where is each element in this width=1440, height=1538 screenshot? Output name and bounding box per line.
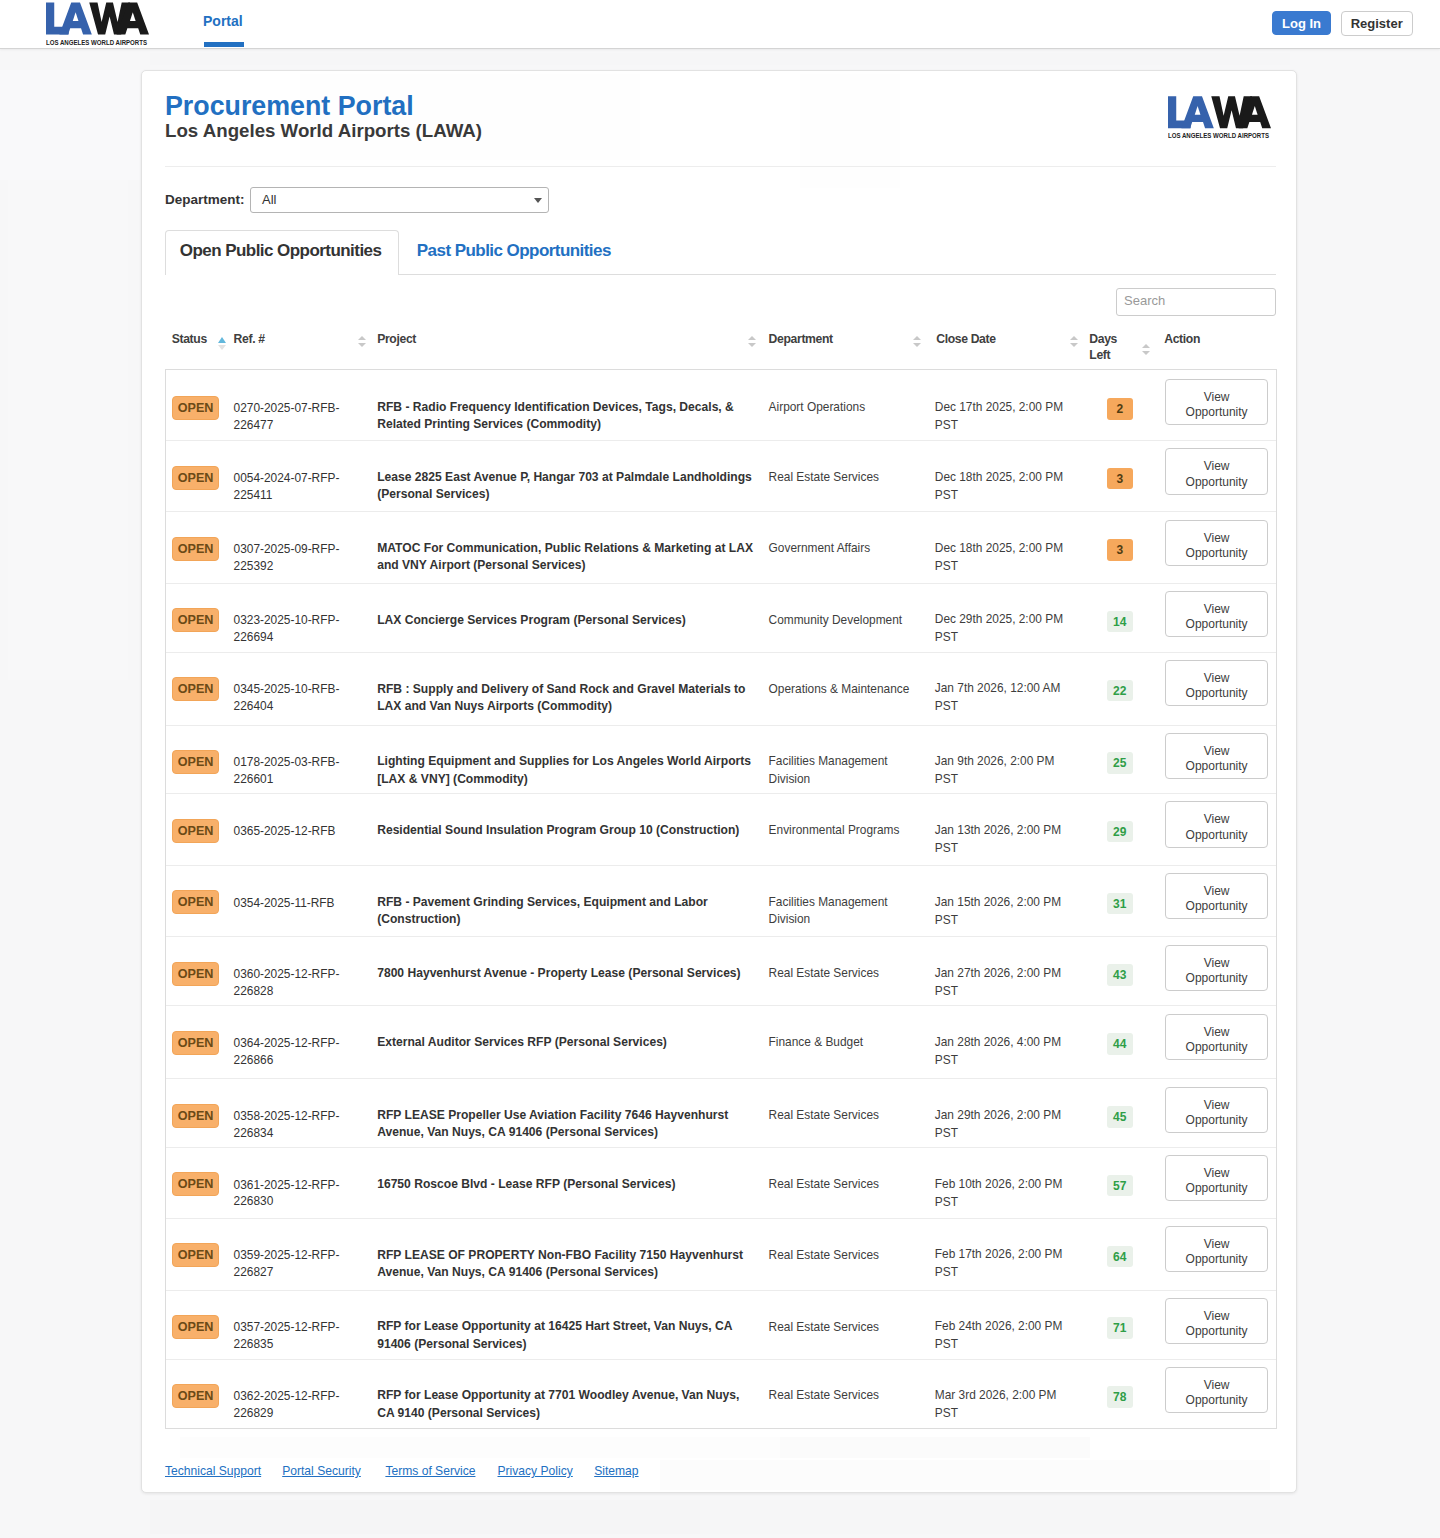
svg-text:LOS ANGELES WORLD AIRPORTS: LOS ANGELES WORLD AIRPORTS (46, 38, 147, 47)
svg-text:LOS ANGELES WORLD AIRPORTS: LOS ANGELES WORLD AIRPORTS (1168, 131, 1269, 140)
